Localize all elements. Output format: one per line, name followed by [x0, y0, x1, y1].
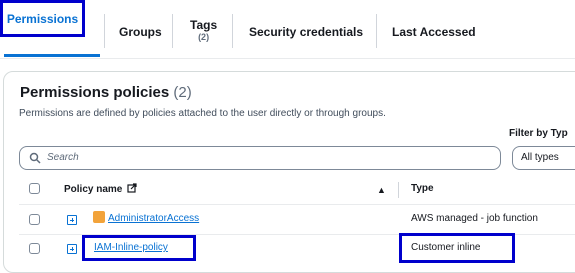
section-title-text: Permissions policies	[20, 84, 170, 101]
tab-permissions[interactable]: Permissions	[0, 0, 85, 37]
highlight-box	[82, 235, 196, 261]
tab-security-credentials-label: Security credentials	[249, 25, 364, 39]
tab-divider	[376, 14, 377, 48]
tab-groups[interactable]: Groups	[119, 25, 162, 39]
search-input[interactable]: Search	[19, 146, 501, 170]
type-filter-value: All types	[521, 152, 559, 163]
external-link-icon	[127, 183, 137, 193]
section-description: Permissions are defined by policies atta…	[19, 108, 386, 119]
column-header-policy-name-label: Policy name	[64, 184, 123, 195]
select-all-checkbox[interactable]	[29, 183, 40, 194]
section-count: (2)	[173, 84, 192, 101]
column-header-type[interactable]: Type	[411, 183, 434, 194]
filter-label: Filter by Typ	[509, 128, 568, 139]
tab-tags[interactable]: Tags (2)	[190, 18, 217, 42]
tab-security-credentials[interactable]: Security credentials	[249, 25, 363, 39]
section-title: Permissions policies (2)	[20, 84, 192, 101]
tab-tags-count: (2)	[198, 32, 210, 42]
tab-groups-label: Groups	[119, 25, 162, 39]
header-divider	[19, 204, 575, 205]
tab-tags-label: Tags	[190, 18, 218, 32]
highlight-box	[399, 233, 515, 263]
active-tab-indicator	[4, 54, 100, 57]
policy-link[interactable]: AdministratorAccess	[108, 213, 199, 224]
tab-last-accessed[interactable]: Last Accessed	[392, 25, 476, 39]
search-icon	[29, 152, 41, 164]
search-placeholder: Search	[47, 152, 79, 163]
sort-ascending-icon[interactable]: ▲	[377, 185, 386, 195]
column-header-policy-name[interactable]: Policy name	[64, 183, 137, 195]
type-filter-select[interactable]: All types	[512, 146, 575, 170]
tab-divider	[232, 14, 233, 48]
expand-icon[interactable]	[67, 215, 77, 225]
column-divider	[398, 182, 399, 198]
row-checkbox[interactable]	[29, 214, 40, 225]
expand-icon[interactable]	[67, 244, 77, 254]
tab-divider	[104, 14, 105, 48]
tab-divider	[172, 14, 173, 48]
tab-bar: Permissions Groups Tags (2) Security cre…	[0, 0, 575, 59]
policy-type: AWS managed - job function	[411, 213, 538, 224]
row-checkbox[interactable]	[29, 243, 40, 254]
tab-permissions-label: Permissions	[6, 11, 79, 26]
aws-managed-icon	[93, 211, 105, 223]
tab-last-accessed-label: Last Accessed	[392, 25, 476, 39]
